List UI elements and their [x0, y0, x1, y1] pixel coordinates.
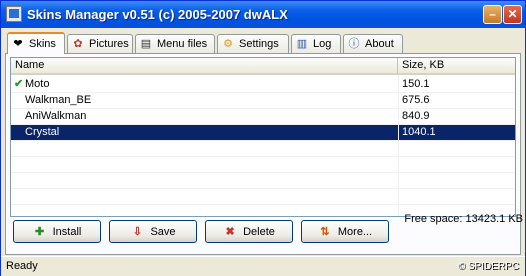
install-button[interactable]: ✚ Install	[13, 220, 101, 243]
skin-name: Walkman_BE	[25, 94, 92, 106]
status-bar: Ready © SPIDERPC	[1, 256, 525, 276]
close-icon: ✕	[507, 7, 518, 21]
heart-icon: ❤	[13, 38, 23, 50]
skin-size: 150.1	[402, 78, 430, 90]
install-label: Install	[52, 225, 82, 238]
title-bar[interactable]: Skins Manager v0.51 (c) 2005-2007 dwALX …	[1, 1, 525, 28]
tab-skins[interactable]: ❤ Skins	[7, 32, 65, 54]
tab-log[interactable]: ▥ Log	[291, 34, 341, 53]
save-icon: ⇩	[132, 225, 143, 238]
tab-strip: ❤ Skins ✿ Pictures ▤ Menu files ⚙ Settin…	[5, 32, 525, 54]
more-icon: ⇅	[320, 225, 330, 238]
app-window: Skins Manager v0.51 (c) 2005-2007 dwALX …	[0, 0, 526, 276]
brand-label: © SPIDERPC	[457, 261, 519, 272]
list-item[interactable]: ✔ Moto 150.1	[11, 76, 515, 92]
skin-size: 675.6	[402, 94, 430, 106]
skin-name: Crystal	[25, 126, 60, 138]
film-icon: ▤	[140, 38, 152, 50]
save-label: Save	[150, 225, 176, 238]
grid-line	[11, 172, 515, 173]
minimize-button[interactable]: –	[483, 5, 502, 24]
grid-line	[11, 140, 515, 141]
free-space-label: Free space: 13423.1 KB	[404, 213, 523, 225]
skins-list[interactable]: Name Size, KB ✔ Moto 150.1 Walkman_BE 67…	[10, 57, 516, 217]
notebook-icon: ▥	[296, 38, 308, 50]
grid-line	[11, 92, 515, 93]
pictures-icon: ✿	[73, 38, 83, 50]
tab-skins-label: Skins	[29, 38, 56, 50]
skin-name: Moto	[25, 78, 50, 90]
tab-menu-files[interactable]: ▤ Menu files	[135, 34, 215, 53]
tab-log-label: Log	[313, 38, 332, 50]
list-item[interactable]: Walkman_BE 675.6	[11, 92, 515, 108]
column-header-name[interactable]: Name	[11, 58, 398, 75]
save-button[interactable]: ⇩ Save	[109, 220, 197, 243]
skin-size: 1040.1	[402, 126, 436, 138]
tab-menu-files-label: Menu files	[157, 38, 208, 50]
skin-name: AniWalkman	[25, 110, 87, 122]
close-button[interactable]: ✕	[503, 5, 522, 24]
column-header-size[interactable]: Size, KB	[398, 58, 498, 75]
status-text: Ready	[6, 260, 38, 272]
grid-line	[11, 204, 515, 205]
skin-size: 840.9	[402, 110, 430, 122]
tab-pictures-label: Pictures	[89, 38, 129, 50]
grid-line	[11, 108, 515, 109]
list-item-selected[interactable]: Crystal 1040.1	[11, 124, 515, 140]
delete-button[interactable]: ✖ Delete	[205, 220, 293, 243]
app-icon	[6, 6, 22, 22]
window-title: Skins Manager v0.51 (c) 2005-2007 dwALX	[27, 7, 288, 22]
minimize-icon: –	[489, 7, 496, 21]
grid-line	[11, 124, 515, 125]
install-icon: ✚	[35, 225, 45, 238]
tab-about-label: About	[365, 38, 394, 50]
tab-about[interactable]: ⓘ About	[343, 34, 403, 53]
delete-label: Delete	[243, 225, 275, 238]
column-divider	[398, 75, 399, 216]
check-icon: ✔	[14, 78, 24, 90]
grid-line	[11, 188, 515, 189]
list-item[interactable]: AniWalkman 840.9	[11, 108, 515, 124]
grid-line	[11, 156, 515, 157]
gear-icon: ⚙	[223, 38, 233, 50]
column-header-filler	[498, 58, 515, 75]
tab-settings[interactable]: ⚙ Settings	[217, 34, 289, 53]
info-icon: ⓘ	[348, 38, 360, 50]
tab-settings-label: Settings	[239, 38, 279, 50]
delete-icon: ✖	[225, 225, 235, 238]
more-button[interactable]: ⇅ More...	[301, 220, 389, 243]
tab-pictures[interactable]: ✿ Pictures	[67, 34, 133, 53]
more-label: More...	[337, 225, 373, 238]
